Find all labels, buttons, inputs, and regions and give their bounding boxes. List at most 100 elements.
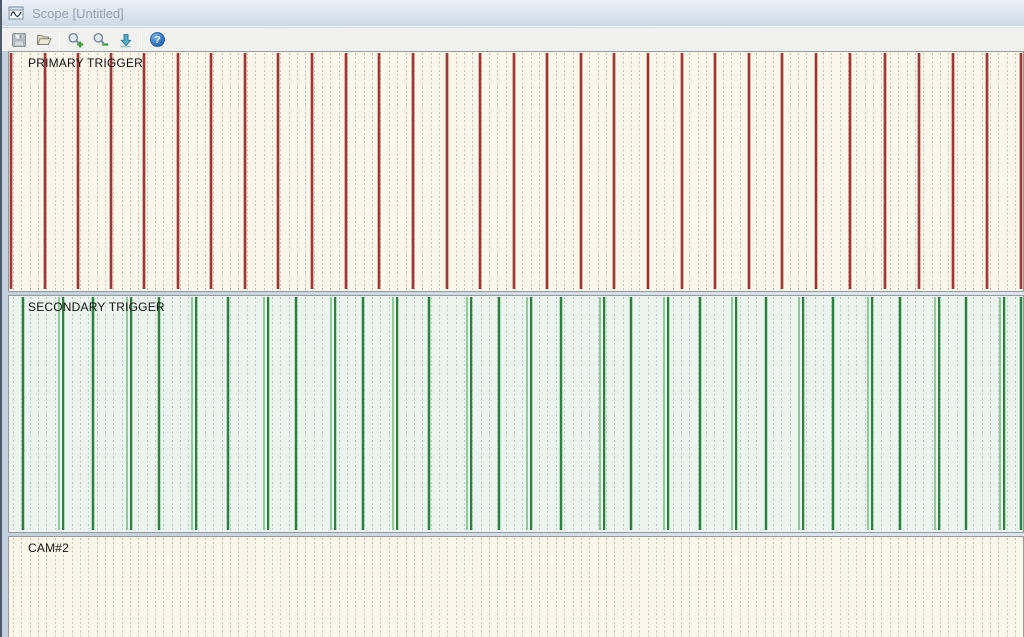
gridline — [80, 538, 81, 637]
gridline — [314, 297, 315, 531]
gridline — [322, 538, 323, 637]
gridline — [188, 538, 189, 637]
pulse-line — [77, 53, 79, 289]
pulse-line — [191, 297, 193, 530]
pulse-line — [832, 297, 834, 530]
gridline — [464, 297, 465, 531]
gridline — [756, 297, 757, 531]
gridline — [72, 538, 73, 637]
gridline — [614, 297, 615, 531]
gridline — [355, 538, 356, 637]
gridline — [289, 297, 290, 531]
gridline — [305, 53, 306, 290]
gridline — [472, 297, 473, 531]
gridline — [222, 297, 223, 531]
gridline — [305, 538, 306, 637]
gridline — [456, 538, 457, 637]
gridline — [556, 53, 557, 290]
gridline — [414, 297, 415, 531]
channel-primary-trigger[interactable]: PRIMARY TRIGGER — [8, 51, 1024, 292]
gridline — [72, 297, 73, 531]
pulse-line — [663, 297, 665, 530]
gridline — [848, 297, 849, 531]
pulse-line — [681, 53, 683, 289]
magnifier-minus-icon — [92, 32, 109, 48]
gridline — [973, 297, 974, 531]
gridline — [439, 538, 440, 637]
export-button[interactable] — [113, 29, 138, 50]
gridline — [589, 297, 590, 531]
zoom-in-button[interactable] — [63, 29, 88, 50]
open-button[interactable] — [31, 29, 56, 50]
pulse-line — [699, 297, 701, 530]
gridline — [915, 538, 916, 637]
gridline — [147, 297, 148, 531]
gridline — [172, 538, 173, 637]
zoom-out-button[interactable] — [88, 29, 113, 50]
pulse-line — [412, 53, 414, 289]
gridline — [881, 297, 882, 531]
gridline — [272, 538, 273, 637]
gridline — [188, 53, 189, 290]
gridline — [38, 53, 39, 290]
gridline — [21, 53, 22, 290]
gridline — [948, 538, 949, 637]
pulse-line — [599, 297, 601, 530]
pulse-line — [630, 297, 632, 530]
gridline — [355, 297, 356, 531]
gridline — [197, 53, 198, 290]
gridline — [489, 538, 490, 637]
gridline — [982, 53, 983, 290]
channel-label: PRIMARY TRIGGER — [28, 56, 143, 70]
gridline — [180, 53, 181, 290]
gridline — [756, 53, 757, 290]
gridline — [55, 53, 56, 290]
channel-cam2[interactable]: CAM#2 — [8, 536, 1024, 637]
gridline — [915, 297, 916, 531]
gridline — [1015, 538, 1016, 637]
gridline — [940, 538, 941, 637]
gridline — [138, 53, 139, 290]
gridline — [923, 538, 924, 637]
gridline — [314, 538, 315, 637]
gridline — [564, 297, 565, 531]
gridline — [748, 538, 749, 637]
gridline — [314, 53, 315, 290]
gridline — [222, 538, 223, 637]
gridline — [531, 538, 532, 637]
gridline — [255, 297, 256, 531]
gridline — [347, 53, 348, 290]
gridline — [664, 538, 665, 637]
toolbar-separator — [141, 32, 142, 48]
gridline — [372, 538, 373, 637]
gridline — [464, 538, 465, 637]
gridline — [881, 538, 882, 637]
gridline — [264, 53, 265, 290]
gridline — [264, 538, 265, 637]
gridline — [673, 53, 674, 290]
toolbar: ? — [2, 28, 1024, 51]
gridline — [80, 297, 81, 531]
gridline — [13, 53, 14, 290]
help-button[interactable]: ? — [145, 29, 170, 50]
gridline — [873, 538, 874, 637]
gridline — [155, 53, 156, 290]
gridline — [982, 538, 983, 637]
gridline — [698, 53, 699, 290]
gridline — [431, 297, 432, 531]
pulse-line — [647, 53, 649, 289]
gridline — [88, 297, 89, 531]
channel-secondary-trigger[interactable]: SECONDARY TRIGGER — [8, 295, 1024, 533]
gridline — [765, 53, 766, 290]
gridline — [280, 53, 281, 290]
gridline — [598, 538, 599, 637]
gridline — [856, 538, 857, 637]
save-button[interactable] — [6, 29, 31, 50]
gridline — [539, 538, 540, 637]
gridline — [213, 53, 214, 290]
gridline — [155, 297, 156, 531]
pulse-line — [802, 297, 804, 530]
gridline — [790, 53, 791, 290]
gridline — [957, 53, 958, 290]
toolbar-separator — [59, 32, 60, 48]
